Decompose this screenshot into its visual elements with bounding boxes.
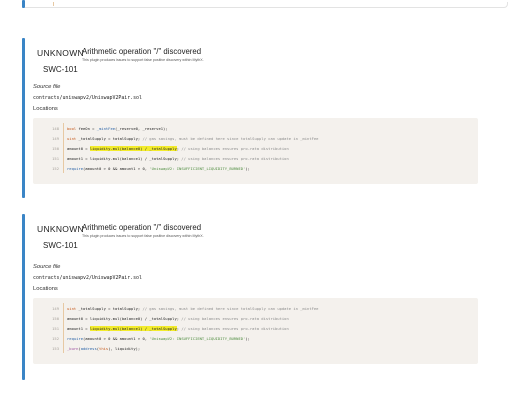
highlighted-expression: liquidity.mul(balance0) / _totalSupply xyxy=(89,145,177,151)
line-number: 152 xyxy=(52,165,59,171)
code-token: uint xyxy=(67,305,77,311)
code-token: amount0 = xyxy=(67,145,90,151)
code-token: 'UniswapV2: INSUFFICIENT_LIQUIDITY_BURNE… xyxy=(149,165,246,171)
code-token: ), liquidity); xyxy=(108,345,141,351)
code-token: amount1 = xyxy=(67,325,90,331)
code-line: 151 amount1 = liquidity.mul(balance1) / _… xyxy=(33,323,478,333)
code-token: amount0 = liquidity.mul(balance0) / _tot… xyxy=(67,315,182,321)
source-file-path[interactable]: contracts/uniswapv2/UniswapV2Pair.sol xyxy=(33,95,142,101)
issue-accent-bar xyxy=(22,38,25,198)
locations-label: Locations xyxy=(33,286,58,292)
code-token: (amount0 > 0 && amount1 > 0, xyxy=(83,165,150,171)
code-line: 149 uint _totalSupply = totalSupply; // g… xyxy=(33,303,478,313)
gutter-marker xyxy=(63,153,64,163)
line-number: 150 xyxy=(52,315,59,321)
gutter-marker xyxy=(63,133,64,143)
code-token: feeOn = xyxy=(76,125,97,131)
code-token: // using balances ensures pro-rata distr… xyxy=(181,315,289,321)
code-token: ); xyxy=(245,165,250,171)
source-file-label: Source file xyxy=(33,264,61,270)
gutter-marker xyxy=(63,143,64,153)
code-line: 149 uint _totalSupply = totalSupply; // g… xyxy=(33,133,478,143)
gutter-marker xyxy=(63,333,64,343)
code-token: uint xyxy=(67,135,77,141)
line-number: 149 xyxy=(52,305,59,311)
gutter-marker xyxy=(63,313,64,323)
line-number: 152 xyxy=(52,335,59,341)
code-token: this xyxy=(99,345,109,351)
line-number: 153 xyxy=(52,345,59,351)
issue-card-partial xyxy=(22,0,508,8)
issue-description: This plugin produces issues to support f… xyxy=(82,58,204,62)
code-token: _burn xyxy=(67,345,79,351)
code-token: // gas savings, must be defined here sin… xyxy=(142,135,319,141)
code-token: // using balances ensures pro-rata distr… xyxy=(181,145,289,151)
code-line: 150 amount0 = liquidity.mul(balance0) / _… xyxy=(33,313,478,323)
code-line: 150 amount0 = liquidity.mul(balance0) / _… xyxy=(33,143,478,153)
code-line: 153 _burn(address(this), liquidity); xyxy=(33,343,478,353)
code-token: address xyxy=(80,345,97,351)
code-token: require xyxy=(67,335,84,341)
line-number: 148 xyxy=(52,125,59,131)
code-token: _totalSupply = totalSupply; xyxy=(76,305,143,311)
issue-card: UNKNOWN SWC-101 Arithmetic operation "/"… xyxy=(22,38,508,198)
gutter-marker xyxy=(63,123,64,133)
severity-label: UNKNOWN xyxy=(37,224,84,234)
code-token: amount1 = liquidity.mul(balance1) / _tot… xyxy=(67,155,182,161)
locations-label: Locations xyxy=(33,106,58,112)
code-token: require xyxy=(67,165,84,171)
issue-accent-bar xyxy=(22,214,25,380)
line-number: 151 xyxy=(52,155,59,161)
swc-id: SWC-101 xyxy=(43,65,78,74)
code-token: ); xyxy=(245,335,250,341)
code-token: // using balances ensures pro-rata distr… xyxy=(181,155,289,161)
line-number: 151 xyxy=(52,325,59,331)
issue-description: This plugin produces issues to support f… xyxy=(82,234,204,238)
code-snippet: 149 uint _totalSupply = totalSupply; // g… xyxy=(33,298,478,364)
severity-label: UNKNOWN xyxy=(37,48,84,58)
gutter-marker xyxy=(63,303,64,313)
highlighted-expression: liquidity.mul(balance1) / _totalSupply xyxy=(89,325,177,331)
gutter-marker xyxy=(63,343,64,353)
gutter-marker xyxy=(63,163,64,173)
code-token: (_reserve0, _reserve1); xyxy=(115,125,168,131)
source-file-path[interactable]: contracts/uniswapv2/UniswapV2Pair.sol xyxy=(33,275,142,281)
code-token: // gas savings, must be defined here sin… xyxy=(142,305,319,311)
line-number: 150 xyxy=(52,145,59,151)
issue-card: UNKNOWN SWC-101 Arithmetic operation "/"… xyxy=(22,214,508,380)
code-token: bool xyxy=(67,125,77,131)
code-line: 152 require (amount0 > 0 && amount1 > 0, '… xyxy=(33,333,478,343)
code-token: 'UniswapV2: INSUFFICIENT_LIQUIDITY_BURNE… xyxy=(149,335,246,341)
code-line: 148 bool feeOn = _mintFee (_reserve0, _res… xyxy=(33,123,478,133)
issue-title: Arithmetic operation "/" discovered xyxy=(82,223,202,232)
code-token: _totalSupply = totalSupply; xyxy=(76,135,143,141)
gutter-marker xyxy=(63,323,64,333)
line-number: 149 xyxy=(52,135,59,141)
code-line: 152 require (amount0 > 0 && amount1 > 0, '… xyxy=(33,163,478,173)
code-token: (amount0 > 0 && amount1 > 0, xyxy=(83,335,150,341)
code-snippet: 148 bool feeOn = _mintFee (_reserve0, _res… xyxy=(33,118,478,184)
issue-title: Arithmetic operation "/" discovered xyxy=(82,47,202,56)
code-line: 151 amount1 = liquidity.mul(balance1) / _… xyxy=(33,153,478,163)
code-token: _mintFee xyxy=(96,125,116,131)
swc-id: SWC-101 xyxy=(43,241,78,250)
code-token: // using balances ensures pro-rata distr… xyxy=(181,325,289,331)
code-block-fragment xyxy=(25,2,508,8)
source-file-label: Source file xyxy=(33,84,61,90)
